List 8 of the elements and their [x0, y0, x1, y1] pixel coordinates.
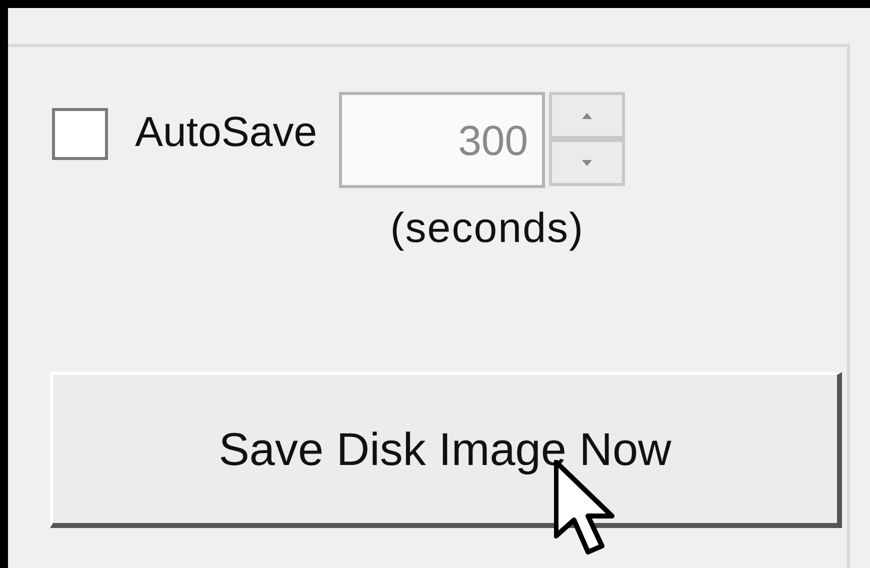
spin-up-button[interactable] — [549, 92, 626, 139]
caret-up-icon — [582, 112, 592, 118]
caret-down-icon — [582, 160, 592, 166]
autosave-label: AutoSave — [135, 107, 318, 157]
seconds-label: (seconds) — [390, 203, 584, 253]
save-disk-image-button[interactable]: Save Disk Image Now — [50, 372, 842, 528]
autosave-checkbox[interactable] — [52, 108, 108, 160]
spin-down-button[interactable] — [549, 139, 626, 186]
